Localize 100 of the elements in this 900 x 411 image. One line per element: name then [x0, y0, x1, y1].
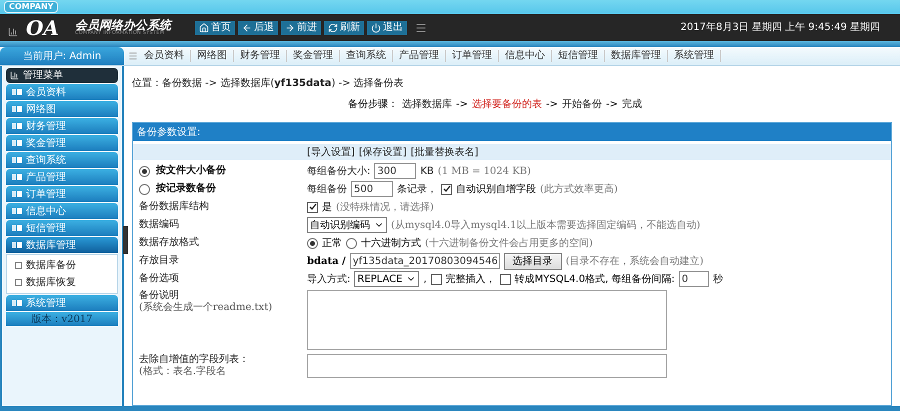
checkbox-label: 自动识别自增字段: [456, 182, 536, 196]
steps-label: 备份步骤：: [348, 98, 398, 112]
field-label: 条记录，: [397, 182, 437, 196]
grid-icon: [12, 140, 22, 146]
step-arrow: ->: [606, 98, 618, 112]
menu-icon[interactable]: [414, 22, 427, 34]
hint-text: (十六进制备份文件会占用更多的空间): [425, 236, 593, 250]
hint-text: (从mysql4.0导入mysql4.1以上版本需要选择固定编码，不能选自动): [391, 218, 700, 232]
step-arrow: ->: [546, 98, 558, 112]
hint-text: (此方式效率更高): [540, 182, 618, 196]
radio-button[interactable]: [307, 238, 318, 248]
row-label: 备份数据库结构: [139, 201, 209, 213]
top-menu-item[interactable]: 网络图: [191, 50, 234, 62]
top-menu-item[interactable]: 信息中心: [499, 50, 552, 62]
radio-button[interactable]: [139, 184, 150, 194]
nav-button[interactable]: 后退: [238, 20, 278, 34]
company-tag: COMPANY: [4, 1, 58, 13]
sidebar-subitem[interactable]: 数据库备份: [7, 257, 117, 274]
row-label: 按文件大小备份: [156, 165, 226, 177]
row-label: 数据存放格式: [139, 237, 199, 249]
grid-icon: [12, 191, 22, 197]
step: 完成: [622, 97, 642, 112]
radio-button[interactable]: [139, 166, 150, 176]
checkbox-label: 完整插入，: [446, 272, 496, 286]
radio-label: 十六进制方式: [361, 236, 421, 250]
top-menu-item[interactable]: 会员资料: [138, 50, 191, 62]
settings-link[interactable]: [导入设置]: [307, 144, 355, 160]
row-label: 备份说明: [139, 290, 180, 302]
select-field[interactable]: REPLACE: [354, 271, 420, 287]
settings-link[interactable]: [保存设置]: [358, 144, 407, 160]
nav-button[interactable]: 刷新: [324, 20, 364, 34]
row-label: 去除自增值的字段列表：: [139, 354, 249, 366]
top-menu-item[interactable]: 系统管理: [668, 50, 721, 62]
grid-icon: [12, 157, 22, 163]
breadcrumb: 位置：备份数据 -> 选择数据库(yf135data) -> 选择备份表: [132, 76, 405, 91]
version-label: 版本：v2017: [6, 312, 118, 326]
top-menu-item[interactable]: 产品管理: [393, 50, 446, 62]
date-time: 2017年8月3日 星期四 上午 9:45:49 星期四: [680, 20, 880, 35]
top-menu-item[interactable]: 数据库管理: [605, 50, 668, 62]
collapse-handle[interactable]: [123, 226, 128, 254]
step: 开始备份: [562, 97, 602, 112]
grid-icon: [12, 208, 22, 214]
grid-icon: [12, 225, 22, 231]
sidebar-subitem[interactable]: 数据库恢复: [7, 274, 117, 291]
refresh-icon: [328, 22, 338, 32]
field-label: 每组备份: [307, 182, 347, 196]
top-menu-item[interactable]: 短信管理: [552, 50, 605, 62]
bar-chart-icon: [10, 71, 19, 80]
row-hint: (格式：表名.字段名: [139, 366, 228, 378]
field-label: 秒: [712, 272, 723, 286]
field-label: KB: [420, 164, 434, 178]
bar-chart-icon: [8, 27, 18, 37]
top-menu-item[interactable]: 查询系统: [340, 50, 393, 62]
row-label: 存放目录: [139, 255, 179, 267]
checkbox[interactable]: [307, 202, 318, 212]
power-icon: [370, 22, 381, 32]
radio-label: 正常: [322, 236, 342, 250]
top-menu-item[interactable]: 财务管理: [234, 50, 287, 62]
check-icon: [442, 185, 450, 193]
app-title: 会员网络办公系统: [74, 19, 171, 31]
input-field[interactable]: 500: [351, 181, 393, 197]
grid-icon: [12, 106, 22, 112]
top-menu-item[interactable]: 订单管理: [446, 50, 499, 62]
check-icon: [308, 203, 316, 211]
nav-button[interactable]: 退出: [366, 20, 407, 34]
settings-link[interactable]: [批量替换表名]: [410, 144, 478, 160]
checkbox-label: 转成MYSQL4.0格式, 每组备份间隔:: [514, 272, 675, 286]
checkbox[interactable]: [500, 274, 511, 284]
row-label: 按记录数备份: [156, 183, 216, 195]
grid-icon: [12, 300, 22, 306]
hint-text: (没特殊情况，请选择): [336, 200, 434, 214]
grid-icon: [12, 174, 22, 180]
grid-icon: [12, 123, 22, 129]
row-label: 备份选项: [139, 273, 179, 285]
sidebar-item[interactable]: 数据库管理: [6, 237, 118, 253]
nav-button[interactable]: 首页: [194, 20, 235, 34]
logo: OA: [26, 18, 59, 38]
path-prefix: bdata /: [307, 254, 346, 268]
menu-icon[interactable]: [128, 51, 138, 61]
field-label: ,: [423, 272, 427, 286]
checkbox-label: 是: [322, 200, 332, 214]
select-field[interactable]: 自动识别编码: [307, 217, 387, 233]
input-field[interactable]: 300: [374, 163, 416, 179]
input-field[interactable]: 0: [678, 271, 709, 287]
grid-icon: [12, 89, 22, 95]
arrow-left-icon: [242, 22, 252, 32]
panel-header: 备份参数设置:: [133, 123, 891, 141]
radio-button[interactable]: [346, 238, 357, 248]
nav-button[interactable]: 前进: [280, 20, 321, 34]
arrow-right-icon: [284, 22, 295, 32]
row-label: 数据编码: [139, 219, 179, 231]
sidebar-title: 管理菜单: [6, 68, 118, 83]
choose-directory-button[interactable]: 选择目录: [504, 252, 562, 270]
row-hint: (系统会生成一个readme.txt): [139, 302, 272, 314]
checkbox[interactable]: [430, 274, 442, 284]
document-icon: [15, 262, 22, 269]
step-arrow: ->: [456, 98, 468, 112]
field-label: 每组备份大小:: [307, 164, 370, 178]
top-menu-item[interactable]: 奖金管理: [287, 50, 340, 62]
checkbox[interactable]: [441, 184, 452, 194]
